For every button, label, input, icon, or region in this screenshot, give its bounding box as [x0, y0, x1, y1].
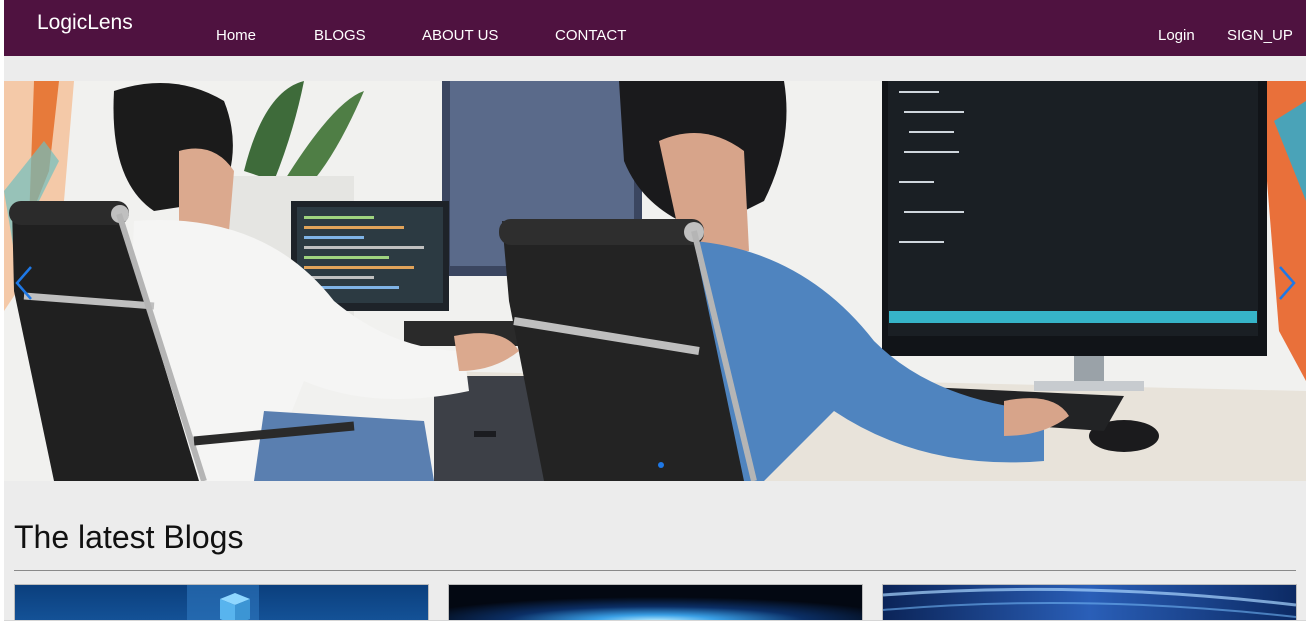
nav-link-home[interactable]: Home [216, 27, 256, 44]
signup-link[interactable]: SIGN_UP [1227, 27, 1293, 44]
hero-carousel[interactable] [4, 81, 1306, 481]
chevron-right-icon [1279, 266, 1296, 300]
blog-card[interactable] [14, 584, 429, 620]
nav-link-about-us[interactable]: ABOUT US [422, 27, 498, 44]
blog-card[interactable] [448, 584, 863, 620]
nav-link-contact[interactable]: CONTACT [555, 27, 626, 44]
top-navbar: LogicLens Home BLOGS ABOUT US CONTACT Lo… [4, 0, 1306, 56]
brand-logo-text[interactable]: LogicLens [37, 11, 133, 35]
carousel-next-button[interactable] [1274, 263, 1300, 303]
blog-card-image [15, 585, 428, 620]
login-link[interactable]: Login [1158, 27, 1195, 44]
nav-link-blogs[interactable]: BLOGS [314, 27, 366, 44]
carousel-prev-button[interactable] [11, 263, 37, 303]
carousel-slide-image [4, 81, 1306, 481]
page: LogicLens Home BLOGS ABOUT US CONTACT Lo… [4, 0, 1306, 621]
chevron-left-icon [15, 266, 32, 300]
blog-card-image [883, 585, 1296, 620]
latest-blogs-heading: The latest Blogs [14, 519, 244, 555]
blog-card-image [449, 585, 862, 620]
blog-card[interactable] [882, 584, 1297, 620]
carousel-indicator-dot[interactable] [658, 462, 664, 468]
section-divider [14, 570, 1296, 571]
